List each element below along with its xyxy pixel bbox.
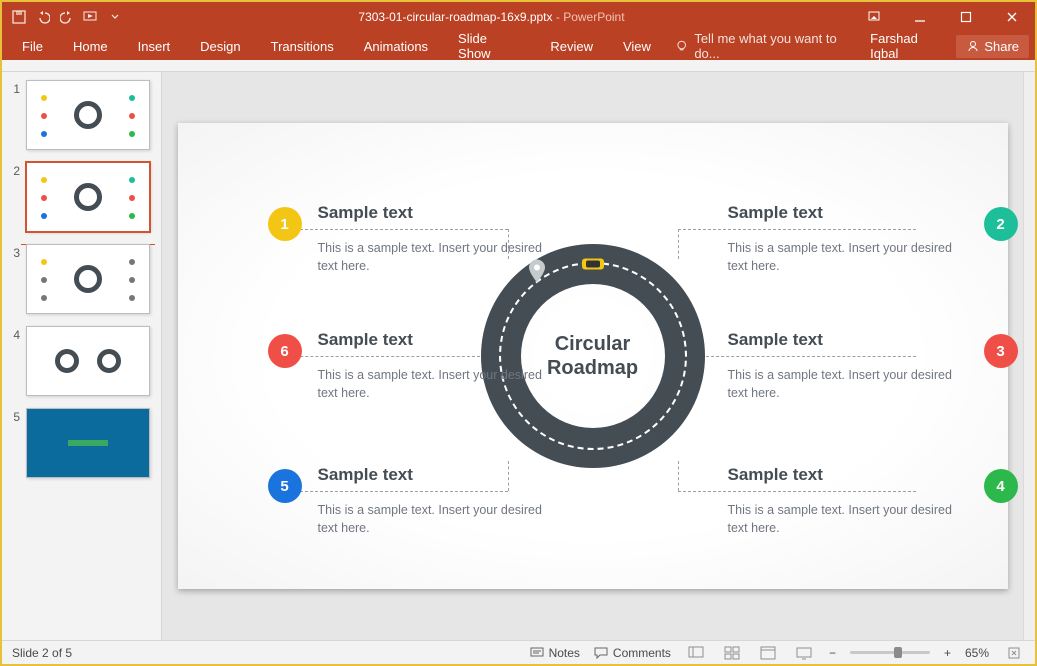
item-number-badge: 4: [984, 469, 1018, 503]
slide-thumbnail-panel[interactable]: 1 2 3: [2, 72, 162, 640]
thumbnail-row: 5: [6, 408, 157, 478]
reading-view-button[interactable]: [757, 644, 779, 662]
tab-insert[interactable]: Insert: [124, 35, 185, 58]
thumbnail-number: 1: [6, 80, 20, 96]
zoom-slider[interactable]: [850, 651, 930, 654]
notes-label: Notes: [549, 646, 580, 660]
comments-label: Comments: [613, 646, 671, 660]
center-line1: Circular: [547, 332, 638, 356]
tab-review[interactable]: Review: [536, 35, 607, 58]
item-number-badge: 5: [268, 469, 302, 503]
item-title: Sample text: [318, 203, 558, 223]
tab-home[interactable]: Home: [59, 35, 122, 58]
thumbnail-number: 5: [6, 408, 20, 424]
tell-me[interactable]: Tell me what you want to do...: [675, 31, 858, 61]
item-number-badge: 6: [268, 334, 302, 368]
normal-view-button[interactable]: [685, 644, 707, 662]
tab-transitions[interactable]: Transitions: [257, 35, 348, 58]
roadmap-item-6[interactable]: 6 Sample text This is a sample text. Ins…: [318, 330, 558, 402]
fit-to-window-button[interactable]: [1003, 644, 1025, 662]
notes-icon: [530, 647, 544, 659]
item-number-badge: 1: [268, 207, 302, 241]
slide-thumbnail-3[interactable]: [26, 244, 150, 314]
tab-slideshow[interactable]: Slide Show: [444, 27, 534, 65]
thumbnail-number: 4: [6, 326, 20, 342]
item-body: This is a sample text. Insert your desir…: [728, 366, 968, 402]
item-number-badge: 2: [984, 207, 1018, 241]
connector: [678, 461, 679, 491]
slide-thumbnail-5[interactable]: [26, 408, 150, 478]
tab-animations[interactable]: Animations: [350, 35, 442, 58]
tab-design[interactable]: Design: [186, 35, 254, 58]
slide-sorter-button[interactable]: [721, 644, 743, 662]
save-icon[interactable]: [10, 8, 28, 26]
zoom-percent[interactable]: 65%: [965, 646, 989, 660]
roadmap-item-2[interactable]: 2 Sample text This is a sample text. Ins…: [728, 203, 968, 275]
share-icon: [966, 39, 980, 53]
undo-icon[interactable]: [34, 8, 52, 26]
center-line2: Roadmap: [547, 356, 638, 380]
notes-button[interactable]: Notes: [530, 646, 580, 660]
thumbnail-row: 1: [6, 80, 157, 150]
item-title: Sample text: [728, 203, 968, 223]
comments-button[interactable]: Comments: [594, 646, 671, 660]
slide-content[interactable]: Circular Roadmap 1 Sample text This is a…: [178, 123, 1008, 589]
thumbnail-number: 2: [6, 162, 20, 178]
signed-in-user[interactable]: Farshad Iqbal: [862, 27, 954, 65]
roadmap-item-1[interactable]: 1 Sample text This is a sample text. Ins…: [318, 203, 558, 275]
roadmap-item-3[interactable]: 3 Sample text This is a sample text. Ins…: [728, 330, 968, 402]
close-button[interactable]: [989, 2, 1035, 32]
zoom-in-button[interactable]: +: [944, 646, 951, 660]
status-bar: Slide 2 of 5 Notes Comments − + 65%: [2, 640, 1035, 664]
slideshow-view-button[interactable]: [793, 644, 815, 662]
connector: [678, 229, 679, 259]
slide-thumbnail-1[interactable]: [26, 80, 150, 150]
tell-me-text: Tell me what you want to do...: [694, 31, 858, 61]
slide-thumbnail-4[interactable]: [26, 326, 150, 396]
item-title: Sample text: [728, 330, 968, 350]
slide-canvas-area[interactable]: Circular Roadmap 1 Sample text This is a…: [162, 72, 1023, 640]
car-icon[interactable]: [582, 259, 604, 270]
slide-counter[interactable]: Slide 2 of 5: [12, 646, 72, 660]
item-number-badge: 3: [984, 334, 1018, 368]
roadmap-item-5[interactable]: 5 Sample text This is a sample text. Ins…: [318, 465, 558, 537]
thumbnail-row: 2: [6, 162, 157, 232]
item-body: This is a sample text. Insert your desir…: [318, 501, 558, 537]
app-name: - PowerPoint: [556, 10, 625, 24]
map-pin-icon[interactable]: [528, 260, 546, 289]
window-title: 7303-01-circular-roadmap-16x9.pptx - Pow…: [132, 10, 851, 24]
item-body: This is a sample text. Insert your desir…: [728, 239, 968, 275]
item-title: Sample text: [318, 465, 558, 485]
thumbnail-row: 3: [6, 244, 157, 314]
zoom-out-button[interactable]: −: [829, 646, 836, 660]
lightbulb-icon: [675, 39, 688, 53]
item-title: Sample text: [728, 465, 968, 485]
tab-file[interactable]: File: [8, 35, 57, 58]
thumbnail-row: 4: [6, 326, 157, 396]
zoom-slider-knob[interactable]: [894, 647, 902, 658]
document-filename: 7303-01-circular-roadmap-16x9.pptx: [358, 10, 552, 24]
start-from-beginning-icon[interactable]: [82, 8, 100, 26]
redo-icon[interactable]: [58, 8, 76, 26]
comments-icon: [594, 647, 608, 659]
qat-more-icon[interactable]: [106, 8, 124, 26]
item-body: This is a sample text. Insert your desir…: [728, 501, 968, 537]
share-button[interactable]: Share: [956, 35, 1029, 58]
ring-center-text[interactable]: Circular Roadmap: [547, 332, 638, 380]
item-title: Sample text: [318, 330, 558, 350]
tab-view[interactable]: View: [609, 35, 665, 58]
roadmap-item-4[interactable]: 4 Sample text This is a sample text. Ins…: [728, 465, 968, 537]
slide-thumbnail-2[interactable]: [26, 162, 150, 232]
share-label: Share: [984, 39, 1019, 54]
thumbnail-number: 3: [6, 244, 20, 260]
item-body: This is a sample text. Insert your desir…: [318, 239, 558, 275]
item-body: This is a sample text. Insert your desir…: [318, 366, 558, 402]
quick-access-toolbar: [2, 8, 132, 26]
vertical-scrollbar[interactable]: [1023, 72, 1035, 640]
ribbon-tabs: File Home Insert Design Transitions Anim…: [2, 32, 1035, 60]
